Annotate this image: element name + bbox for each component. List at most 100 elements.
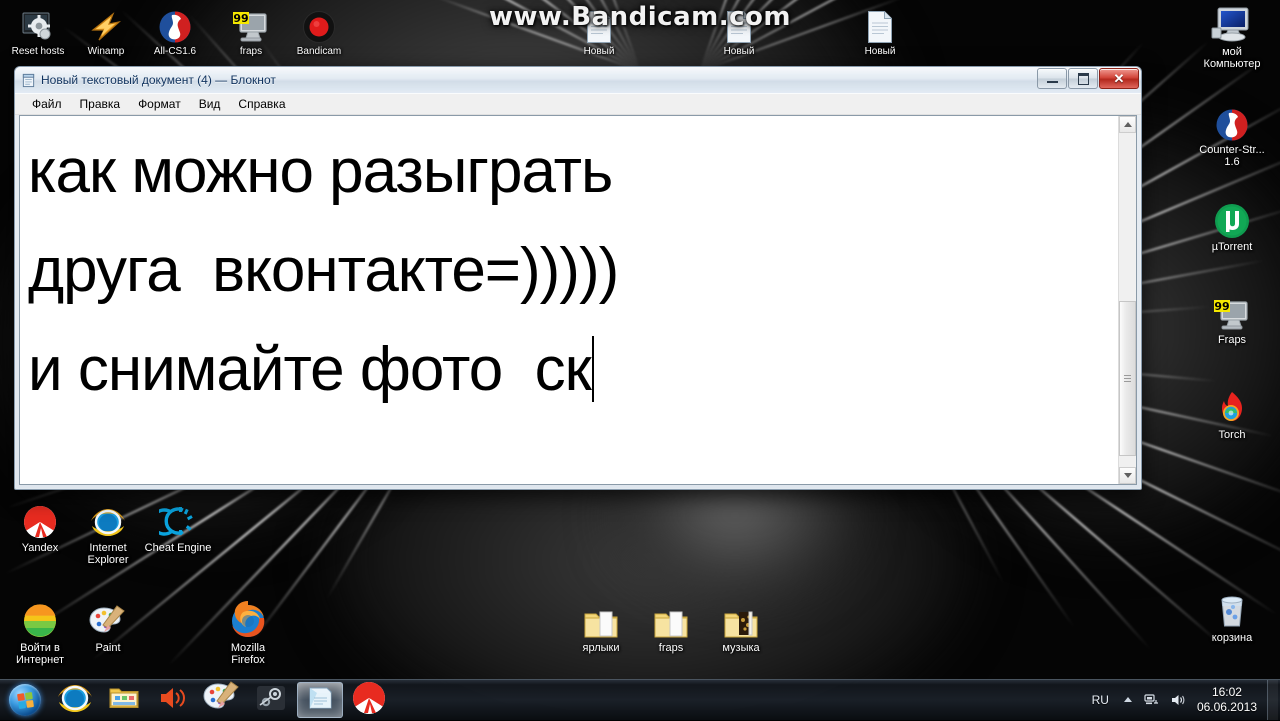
- icon-label: Войти в Интернет: [16, 642, 64, 666]
- start-orb-icon: [9, 684, 41, 716]
- show-desktop-button[interactable]: [1267, 680, 1278, 720]
- counter-strike-icon: [1194, 100, 1270, 142]
- connect-internet-icon: [2, 598, 78, 640]
- taskbar-button-windows-explorer[interactable]: [101, 682, 147, 718]
- minimize-button[interactable]: [1037, 68, 1067, 89]
- desktop-icon-fraps-monitor[interactable]: 99 Fraps: [1194, 290, 1270, 346]
- yandex-browser-icon: [351, 680, 387, 721]
- menu-item-3[interactable]: Вид: [190, 95, 230, 113]
- paint-palette-icon: [70, 598, 146, 640]
- internet-explorer-icon: [70, 498, 146, 540]
- icon-label: Counter-Str... 1.6: [1199, 144, 1265, 168]
- fraps-monitor-icon: 99: [1194, 290, 1270, 332]
- clock-date: 06.06.2013: [1196, 700, 1257, 714]
- paint-palette-icon: [202, 680, 242, 721]
- scroll-down-button[interactable]: [1119, 467, 1136, 484]
- text-caret: [591, 336, 594, 402]
- torch-browser-icon: [1194, 385, 1270, 427]
- notepad-vertical-scrollbar[interactable]: [1118, 116, 1136, 484]
- notepad-icon: [21, 73, 36, 88]
- windows-flag-icon: [16, 691, 34, 709]
- bandicam-watermark: www.Bandicam.com: [489, 2, 791, 32]
- maximize-button[interactable]: [1068, 68, 1098, 89]
- clock[interactable]: 16:02 06.06.2013: [1191, 685, 1267, 715]
- menu-item-0[interactable]: Файл: [23, 95, 71, 113]
- folder-explorer-icon: [109, 685, 139, 716]
- start-button[interactable]: [2, 681, 48, 719]
- taskbar-button-notepad[interactable]: [297, 682, 343, 718]
- desktop-icon-counter-strike[interactable]: Counter-Str... 1.6: [1194, 100, 1270, 168]
- icon-label: µTorrent: [1211, 241, 1253, 253]
- desktop-folder-музыка[interactable]: музыка: [703, 598, 779, 654]
- desktop-icon-yandex[interactable]: Yandex: [2, 498, 78, 554]
- yandex-browser-icon: [2, 498, 78, 540]
- cheat-engine-icon: [140, 498, 216, 540]
- notepad-editor-area[interactable]: как можно разыграть друга вконтакте=))))…: [19, 115, 1137, 485]
- icon-label: Paint: [95, 642, 121, 654]
- icon-label: музыка: [722, 642, 760, 654]
- volume-icon[interactable]: [1170, 693, 1186, 707]
- notepad-title-text: Новый текстовый документ (4) — Блокнот: [41, 73, 276, 87]
- close-button[interactable]: ✕: [1099, 68, 1139, 89]
- utorrent-icon: [1194, 197, 1270, 239]
- notepad-window[interactable]: Новый текстовый документ (4) — Блокнот ✕…: [14, 66, 1142, 490]
- clock-time: 16:02: [1211, 685, 1242, 699]
- text-line: друга вконтакте=))))): [28, 236, 619, 305]
- internet-explorer-icon: [56, 680, 94, 721]
- icon-label: fraps: [658, 642, 684, 654]
- icon-label: Torch: [1218, 429, 1246, 441]
- icon-label: fraps: [239, 46, 263, 57]
- menu-item-2[interactable]: Формат: [129, 95, 190, 113]
- desktop-folder-ярлыки[interactable]: ярлыки: [563, 598, 639, 654]
- desktop-icon-paint[interactable]: Paint: [70, 598, 146, 654]
- desktop-icon-mozilla-firefox[interactable]: Mozilla Firefox: [210, 598, 286, 666]
- notepad-text-content[interactable]: как можно разыграть друга вконтакте=))))…: [20, 116, 1118, 484]
- taskbar-button-internet-explorer[interactable]: [52, 682, 98, 718]
- icon-label: ярлыки: [582, 642, 620, 654]
- desktop-icon-utorrent[interactable]: µTorrent: [1194, 197, 1270, 253]
- taskbar[interactable]: RU 16:02 06.06.2013: [0, 679, 1280, 720]
- show-hidden-icons-arrow[interactable]: [1122, 694, 1134, 706]
- desktop-icon-internet-explorer[interactable]: Internet Explorer: [70, 498, 146, 566]
- desktop-icon-voyti-v-internet[interactable]: Войти в Интернет: [2, 598, 78, 666]
- text-line-with-caret: и снимайте фото ск: [28, 320, 1114, 419]
- desktop-icon-recycle-bin[interactable]: корзина: [1194, 588, 1270, 644]
- system-tray[interactable]: RU 16:02 06.06.2013: [1084, 680, 1280, 720]
- icon-label: Reset hosts: [11, 46, 65, 57]
- icon-label: All-CS1.6: [153, 46, 197, 57]
- taskbar-button-paint[interactable]: [199, 680, 245, 721]
- desktop-icon-torch-browser[interactable]: Torch: [1194, 385, 1270, 441]
- scroll-up-button[interactable]: [1119, 116, 1136, 133]
- text-line: как можно разыграть: [28, 137, 613, 206]
- icon-label: Winamp: [87, 46, 125, 57]
- network-icon[interactable]: [1144, 693, 1160, 707]
- notepad-menubar[interactable]: Файл Правка Формат Вид Справка: [15, 94, 1141, 115]
- icon-label: Fraps: [1217, 334, 1247, 346]
- notepad-titlebar[interactable]: Новый текстовый документ (4) — Блокнот ✕: [15, 67, 1141, 94]
- icon-label: Mozilla Firefox: [230, 642, 266, 666]
- icon-label: Yandex: [21, 542, 59, 554]
- icon-label: корзина: [1211, 632, 1253, 644]
- language-indicator[interactable]: RU: [1092, 693, 1109, 707]
- notepad-icon: [305, 685, 335, 716]
- icon-label: Новый: [723, 46, 755, 57]
- close-icon: ✕: [1113, 71, 1125, 86]
- desktop-folder-fraps[interactable]: fraps: [633, 598, 709, 654]
- taskbar-button-media-player[interactable]: [150, 682, 196, 718]
- taskbar-buttons[interactable]: [48, 680, 392, 721]
- scrollbar-grip-icon: [1124, 375, 1131, 382]
- menu-item-4[interactable]: Справка: [229, 95, 294, 113]
- menu-item-1[interactable]: Правка: [71, 95, 130, 113]
- folder-icon: [563, 598, 639, 640]
- icon-label: Internet Explorer: [87, 542, 129, 566]
- recycle-bin-icon: [1194, 588, 1270, 630]
- window-controls[interactable]: ✕: [1037, 68, 1139, 89]
- taskbar-button-steam[interactable]: [248, 682, 294, 718]
- text-line: и снимайте фото ск: [28, 335, 592, 404]
- taskbar-button-yandex-browser[interactable]: [346, 680, 392, 721]
- steam-icon: [256, 685, 286, 716]
- desktop-icon-cheat-engine[interactable]: Cheat Engine: [140, 498, 216, 554]
- icon-label: Новый: [583, 46, 615, 57]
- scrollbar-thumb[interactable]: [1119, 301, 1136, 456]
- svg-text:99: 99: [1214, 300, 1229, 313]
